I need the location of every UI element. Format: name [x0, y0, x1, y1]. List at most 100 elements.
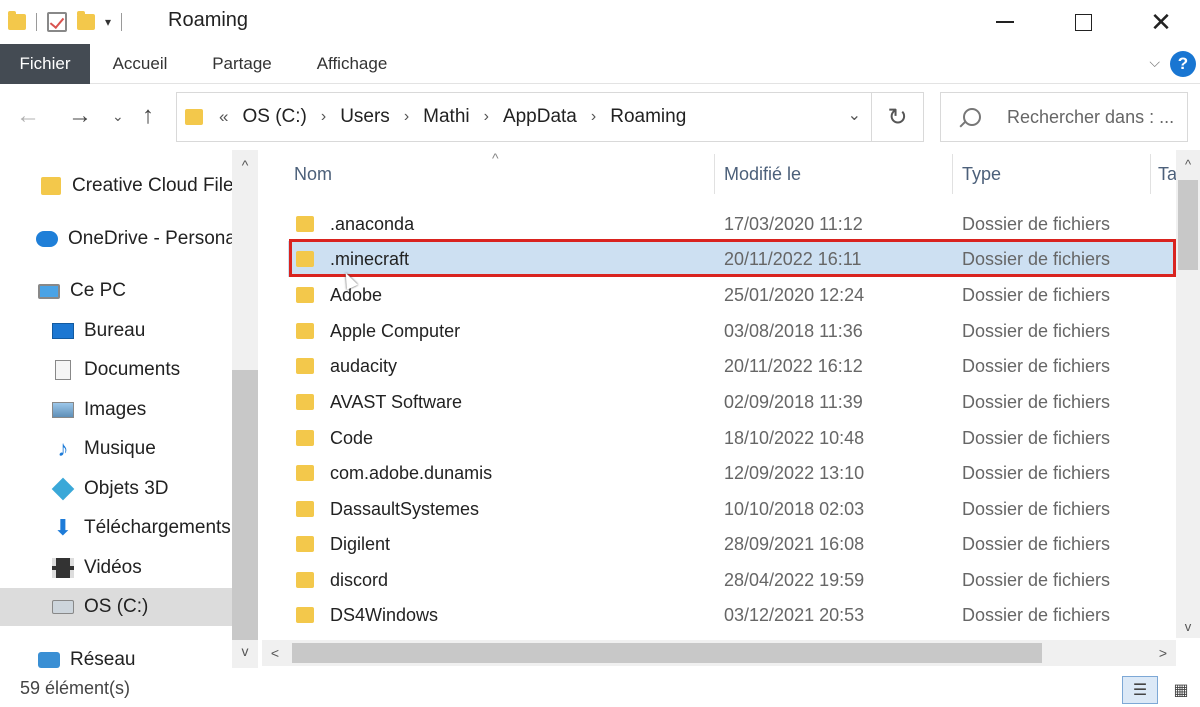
tab-home[interactable]: Accueil [98, 44, 182, 84]
scroll-up-icon[interactable]: ^ [232, 152, 258, 178]
search-icon [963, 108, 981, 126]
table-row[interactable]: DassaultSystemes 10/10/2018 02:03 Dossie… [288, 491, 1174, 527]
new-folder-icon[interactable] [77, 11, 95, 30]
help-icon[interactable]: ? [1170, 51, 1196, 77]
scroll-right-icon[interactable]: > [1150, 640, 1176, 666]
sidebar-item-images[interactable]: Images [0, 391, 232, 429]
up-button[interactable]: ↑ [142, 102, 154, 130]
table-row[interactable]: Adobe 25/01/2020 12:24 Dossier de fichie… [288, 277, 1174, 313]
column-header-modified[interactable]: Modifié le [724, 150, 801, 198]
file-list-vertical-scrollbar[interactable]: ^ v [1176, 150, 1200, 638]
scroll-up-icon[interactable]: ^ [1176, 152, 1200, 176]
folder-icon [296, 465, 314, 481]
file-modified: 25/01/2020 12:24 [724, 284, 865, 305]
tab-file[interactable]: Fichier [0, 44, 90, 84]
file-modified: 10/10/2018 02:03 [724, 498, 865, 519]
breadcrumb-users[interactable]: Users [340, 106, 390, 128]
scrollbar-thumb[interactable] [292, 643, 1042, 663]
toolbar-divider [121, 13, 123, 31]
table-row[interactable]: AVAST Software 02/09/2018 11:39 Dossier … [288, 384, 1174, 420]
search-placeholder: Rechercher dans : ... [1007, 106, 1175, 127]
sidebar-item-onedrive[interactable]: OneDrive - Personal [0, 220, 232, 258]
image-icon [52, 400, 74, 420]
scrollbar-thumb[interactable] [232, 370, 258, 640]
table-row[interactable]: com.adobe.dunamis 12/09/2022 13:10 Dossi… [288, 455, 1174, 491]
table-row[interactable]: Apple Computer 03/08/2018 11:36 Dossier … [288, 313, 1174, 349]
folder-icon [296, 394, 314, 410]
expand-ribbon-chevron-icon[interactable]: ⌵ [1149, 54, 1160, 71]
scrollbar-thumb[interactable] [1178, 180, 1198, 270]
refresh-button[interactable]: ↻ [871, 93, 923, 141]
search-input[interactable]: Rechercher dans : ... [940, 92, 1188, 142]
file-list-horizontal-scrollbar[interactable]: < > [262, 640, 1176, 666]
sidebar-item-videos[interactable]: Vidéos [0, 549, 232, 587]
scroll-left-icon[interactable]: < [262, 640, 288, 666]
chevron-right-icon[interactable]: › [484, 108, 489, 126]
sidebar-item-documents[interactable]: Documents [0, 351, 232, 389]
sidebar-item-network[interactable]: Réseau [0, 641, 232, 668]
file-modified: 03/12/2021 20:53 [724, 604, 865, 625]
folder-icon[interactable] [8, 11, 26, 30]
file-type: Dossier de fichiers [962, 213, 1111, 234]
table-row[interactable]: DS4Windows 03/12/2021 20:53 Dossier de f… [288, 597, 1174, 633]
table-row[interactable]: Digilent 28/09/2021 16:08 Dossier de fic… [288, 526, 1174, 562]
breadcrumb-overflow[interactable]: « [219, 107, 228, 127]
minimize-button[interactable] [966, 0, 1044, 44]
chevron-right-icon[interactable]: › [591, 108, 596, 126]
tab-view[interactable]: Affichage [302, 44, 402, 84]
file-list: ^ Nom Modifié le Type Ta .anaconda 17/03… [262, 150, 1200, 668]
chevron-right-icon[interactable]: › [321, 108, 326, 126]
customize-toolbar-dropdown[interactable]: ▾ [105, 15, 111, 29]
folder-icon [296, 536, 314, 552]
recent-locations-button[interactable]: ⌄ [112, 108, 124, 125]
sidebar-item-3d-objects[interactable]: Objets 3D [0, 470, 232, 508]
table-row[interactable]: .anaconda 17/03/2020 11:12 Dossier de fi… [288, 206, 1174, 242]
chevron-down-icon[interactable]: ⌄ [848, 105, 861, 125]
breadcrumb-os[interactable]: OS (C:) [242, 106, 306, 128]
forward-button[interactable]: → [68, 102, 92, 130]
file-modified: 20/11/2022 16:12 [724, 355, 863, 376]
column-divider[interactable] [952, 154, 953, 194]
column-header-name[interactable]: Nom [294, 150, 332, 198]
cloud-icon [36, 229, 58, 249]
file-modified: 12/09/2022 13:10 [724, 462, 865, 483]
breadcrumb-appdata[interactable]: AppData [503, 106, 577, 128]
column-header-size[interactable]: Ta [1158, 150, 1177, 198]
properties-icon[interactable] [47, 12, 67, 32]
scroll-down-icon[interactable]: v [1176, 614, 1200, 638]
navigation-pane: Creative Cloud Files OneDrive - Personal… [0, 150, 260, 668]
back-button[interactable]: ← [16, 102, 40, 130]
sidebar-item-os-drive[interactable]: OS (C:) [0, 588, 232, 626]
large-icons-view-icon[interactable]: ▦ [1166, 676, 1196, 704]
sidebar-item-creative-cloud[interactable]: Creative Cloud Files [0, 167, 232, 205]
ribbon: Fichier Accueil Partage Affichage ⌵ ? [0, 44, 1200, 84]
sidebar-scrollbar[interactable]: ^ v [232, 150, 258, 668]
highlight-annotation [289, 239, 1176, 277]
column-divider[interactable] [714, 154, 715, 194]
window-title: Roaming [168, 9, 249, 31]
sidebar-item-music[interactable]: ♪ Musique [0, 430, 232, 468]
maximize-button[interactable] [1044, 0, 1122, 44]
column-header-type[interactable]: Type [962, 150, 1001, 198]
maximize-icon [1074, 13, 1092, 31]
file-name: Code [330, 427, 374, 448]
table-row[interactable]: discord 28/04/2022 19:59 Dossier de fich… [288, 562, 1174, 598]
address-bar[interactable]: « OS (C:) › Users › Mathi › AppData › Ro… [176, 92, 924, 142]
breadcrumb-mathi[interactable]: Mathi [423, 106, 469, 128]
pc-icon [38, 281, 60, 301]
file-type: Dossier de fichiers [962, 569, 1111, 590]
tab-share[interactable]: Partage [200, 44, 284, 84]
table-row[interactable]: Code 18/10/2022 10:48 Dossier de fichier… [288, 420, 1174, 456]
sidebar-item-label: Ce PC [70, 280, 126, 301]
sidebar-item-desktop[interactable]: Bureau [0, 312, 232, 350]
breadcrumb-roaming[interactable]: Roaming [610, 106, 686, 128]
sidebar-item-downloads[interactable]: ⬇ Téléchargements [0, 509, 232, 547]
details-view-icon[interactable]: ☰ [1122, 676, 1158, 704]
close-button[interactable]: ✕ [1122, 0, 1200, 44]
table-row[interactable]: audacity 20/11/2022 16:12 Dossier de fic… [288, 348, 1174, 384]
chevron-right-icon[interactable]: › [404, 108, 409, 126]
scroll-down-icon[interactable]: v [232, 638, 258, 664]
title-bar: ▾ Roaming ✕ [0, 0, 1200, 44]
sidebar-item-this-pc[interactable]: Ce PC [0, 272, 232, 310]
column-divider[interactable] [1150, 154, 1151, 194]
